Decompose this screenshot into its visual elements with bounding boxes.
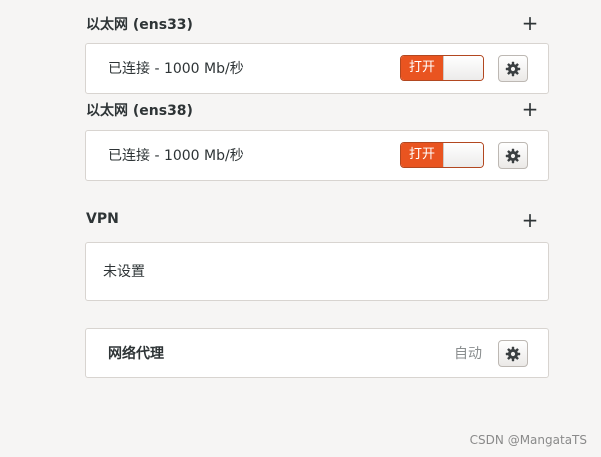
ethernet-ens33-settings-button[interactable] <box>498 55 528 82</box>
network-proxy-mode: 自动 <box>454 346 482 362</box>
ethernet-ens38-header: 以太网 (ens38) + <box>86 98 556 122</box>
toggle-on-label: 打开 <box>401 56 443 80</box>
network-proxy-label: 网络代理 <box>108 346 164 362</box>
toggle-on-label: 打开 <box>401 143 443 167</box>
vpn-title: VPN <box>86 211 119 227</box>
ethernet-ens38-settings-button[interactable] <box>498 142 528 169</box>
gear-icon <box>505 346 521 362</box>
connection-status: 已连接 - 1000 Mb/秒 <box>108 148 244 164</box>
ethernet-ens38-card: 已连接 - 1000 Mb/秒 打开 <box>85 130 549 181</box>
ethernet-ens33-toggle[interactable]: 打开 <box>400 55 484 81</box>
toggle-knob <box>443 56 483 80</box>
add-connection-button[interactable]: + <box>520 12 540 34</box>
ethernet-ens33-title: 以太网 (ens33) <box>86 17 193 33</box>
plus-icon: + <box>521 97 539 121</box>
connection-status: 已连接 - 1000 Mb/秒 <box>108 61 244 77</box>
vpn-card: 未设置 <box>85 242 549 301</box>
vpn-status: 未设置 <box>103 264 145 280</box>
add-connection-button[interactable]: + <box>520 98 540 120</box>
plus-icon: + <box>521 11 539 35</box>
gear-icon <box>505 61 521 77</box>
network-proxy-settings-button[interactable] <box>498 340 528 367</box>
toggle-knob <box>443 143 483 167</box>
vpn-header: VPN + <box>86 209 556 233</box>
ethernet-ens38-title: 以太网 (ens38) <box>86 103 193 119</box>
ethernet-ens33-header: 以太网 (ens33) + <box>86 12 556 36</box>
plus-icon: + <box>521 208 539 232</box>
add-vpn-button[interactable]: + <box>520 209 540 231</box>
ethernet-ens38-toggle[interactable]: 打开 <box>400 142 484 168</box>
network-proxy-card[interactable]: 网络代理 自动 <box>85 328 549 378</box>
watermark: CSDN @MangataTS <box>469 433 587 447</box>
ethernet-ens33-card: 已连接 - 1000 Mb/秒 打开 <box>85 43 549 94</box>
gear-icon <box>505 148 521 164</box>
